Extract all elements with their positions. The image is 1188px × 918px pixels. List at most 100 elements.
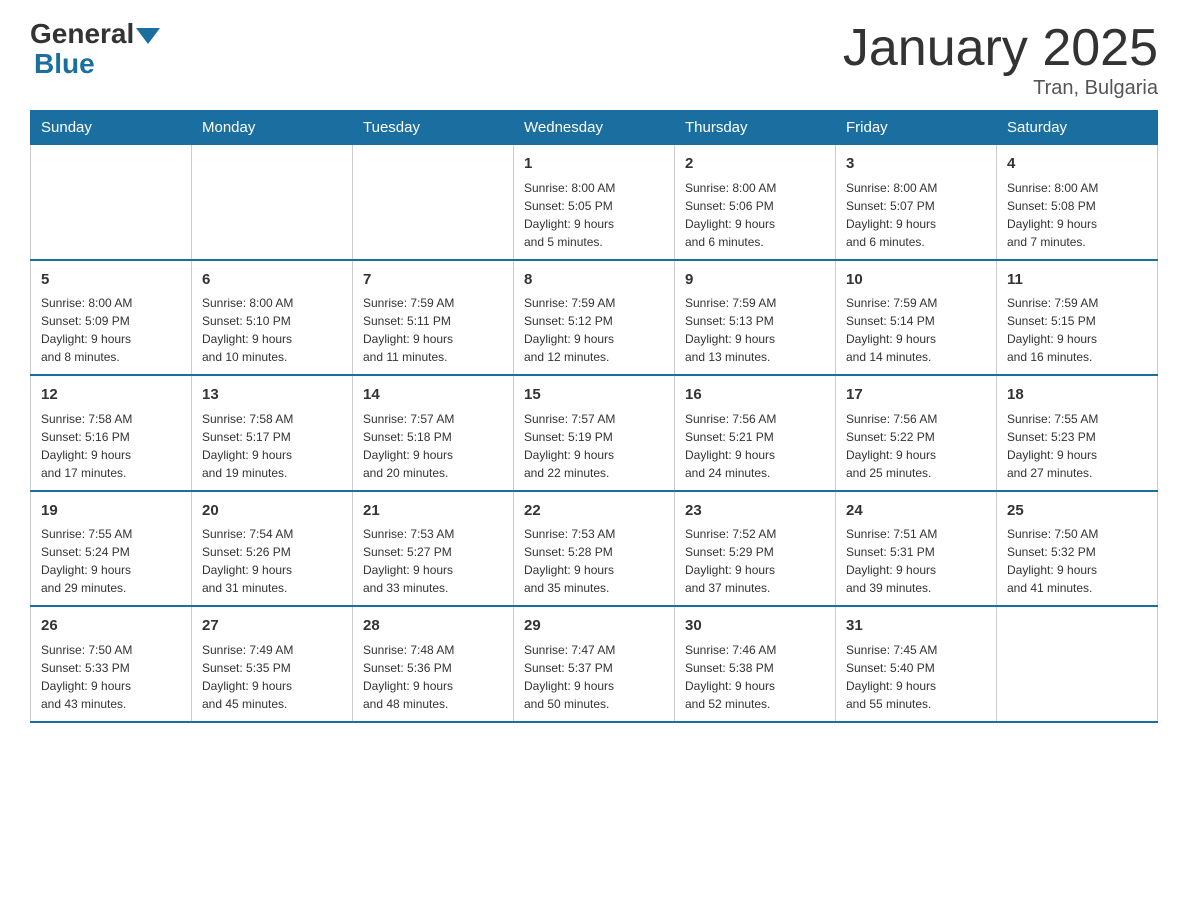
table-row: 27Sunrise: 7:49 AMSunset: 5:35 PMDayligh… [192,606,353,722]
day-info: Sunrise: 7:59 AMSunset: 5:12 PMDaylight:… [524,294,664,366]
logo-blue-text: Blue [34,48,95,79]
table-row: 12 Sunrise: 7:58 AMSunset: 5:16 PMDayligh… [31,375,192,491]
day-info: Sunrise: 8:00 AMSunset: 5:06 PMDaylight:… [685,179,825,251]
day-number: 17 [846,384,986,407]
day-info: Sunrise: 7:46 AMSunset: 5:38 PMDaylight:… [685,641,825,713]
calendar-week-2: 5Sunrise: 8:00 AMSunset: 5:09 PMDaylight… [31,260,1158,376]
day-info: Sunrise: 8:00 AMSunset: 5:10 PMDaylight:… [202,294,342,366]
table-row [192,145,353,260]
day-info: Sunrise: 7:53 AMSunset: 5:27 PMDaylight:… [363,525,503,597]
day-info: Sunrise: 7:53 AMSunset: 5:28 PMDaylight:… [524,525,664,597]
header-tuesday: Tuesday [353,111,514,145]
header-sunday: Sunday [31,111,192,145]
table-row: 8Sunrise: 7:59 AMSunset: 5:12 PMDaylight… [514,260,675,376]
table-row: 2Sunrise: 8:00 AMSunset: 5:06 PMDaylight… [675,145,836,260]
table-row: 26 Sunrise: 7:50 AMSunset: 5:33 PMDayligh… [31,606,192,722]
header-wednesday: Wednesday [514,111,675,145]
day-number: 5 [41,269,181,292]
table-row: 13Sunrise: 7:58 AMSunset: 5:17 PMDayligh… [192,375,353,491]
day-info: Sunrise: 7:55 AMSunset: 5:23 PMDaylight:… [1007,410,1147,482]
table-row: 22Sunrise: 7:53 AMSunset: 5:28 PMDayligh… [514,491,675,607]
table-row: 3Sunrise: 8:00 AMSunset: 5:07 PMDaylight… [836,145,997,260]
table-row: 29 Sunrise: 7:47 AMSunset: 5:37 PMDayligh… [514,606,675,722]
calendar-week-5: 26 Sunrise: 7:50 AMSunset: 5:33 PMDayligh… [31,606,1158,722]
table-row: 20Sunrise: 7:54 AMSunset: 5:26 PMDayligh… [192,491,353,607]
day-info: Sunrise: 7:59 AMSunset: 5:13 PMDaylight:… [685,294,825,366]
day-info: Sunrise: 7:59 AMSunset: 5:15 PMDaylight:… [1007,294,1147,366]
table-row: 18 Sunrise: 7:55 AMSunset: 5:23 PMDayligh… [997,375,1158,491]
day-info: Sunrise: 7:58 AMSunset: 5:16 PMDaylight:… [41,410,181,482]
day-number: 24 [846,500,986,523]
day-number: 23 [685,500,825,523]
day-number: 14 [363,384,503,407]
table-row: 6Sunrise: 8:00 AMSunset: 5:10 PMDaylight… [192,260,353,376]
table-row: 5Sunrise: 8:00 AMSunset: 5:09 PMDaylight… [31,260,192,376]
table-row: 16Sunrise: 7:56 AMSunset: 5:21 PMDayligh… [675,375,836,491]
day-info: Sunrise: 7:52 AMSunset: 5:29 PMDaylight:… [685,525,825,597]
day-number: 30 [685,615,825,638]
day-info: Sunrise: 7:50 AMSunset: 5:33 PMDaylight:… [41,641,181,713]
day-info: Sunrise: 7:45 AMSunset: 5:40 PMDaylight:… [846,641,986,713]
title-block: January 2025 Tran, Bulgaria [843,20,1158,100]
calendar-header-row: SundayMondayTuesdayWednesdayThursdayFrid… [31,111,1158,145]
table-row: 4 Sunrise: 8:00 AMSunset: 5:08 PMDaylight… [997,145,1158,260]
table-row: 21Sunrise: 7:53 AMSunset: 5:27 PMDayligh… [353,491,514,607]
day-info: Sunrise: 8:00 AMSunset: 5:09 PMDaylight:… [41,294,181,366]
table-row: 25Sunrise: 7:50 AMSunset: 5:32 PMDayligh… [997,491,1158,607]
day-number: 16 [685,384,825,407]
day-info: Sunrise: 7:50 AMSunset: 5:32 PMDaylight:… [1007,525,1147,597]
calendar-week-3: 12 Sunrise: 7:58 AMSunset: 5:16 PMDayligh… [31,375,1158,491]
location: Tran, Bulgaria [843,77,1158,100]
table-row: 30 Sunrise: 7:46 AMSunset: 5:38 PMDayligh… [675,606,836,722]
calendar-week-4: 19Sunrise: 7:55 AMSunset: 5:24 PMDayligh… [31,491,1158,607]
day-number: 10 [846,269,986,292]
table-row: 28Sunrise: 7:48 AMSunset: 5:36 PMDayligh… [353,606,514,722]
day-number: 31 [846,615,986,638]
calendar-table: SundayMondayTuesdayWednesdayThursdayFrid… [30,110,1158,723]
day-number: 27 [202,615,342,638]
table-row: 9Sunrise: 7:59 AMSunset: 5:13 PMDaylight… [675,260,836,376]
day-number: 3 [846,153,986,176]
day-number: 25 [1007,500,1147,523]
table-row: 11Sunrise: 7:59 AMSunset: 5:15 PMDayligh… [997,260,1158,376]
day-number: 12 [41,384,181,407]
day-number: 7 [363,269,503,292]
day-number: 22 [524,500,664,523]
day-info: Sunrise: 7:55 AMSunset: 5:24 PMDaylight:… [41,525,181,597]
page-header: General Blue January 2025 Tran, Bulgaria [30,20,1158,100]
table-row: 10Sunrise: 7:59 AMSunset: 5:14 PMDayligh… [836,260,997,376]
day-info: Sunrise: 7:59 AMSunset: 5:11 PMDaylight:… [363,294,503,366]
logo-general-text: General [30,20,134,48]
day-info: Sunrise: 7:54 AMSunset: 5:26 PMDaylight:… [202,525,342,597]
table-row [997,606,1158,722]
day-info: Sunrise: 7:56 AMSunset: 5:22 PMDaylight:… [846,410,986,482]
logo: General Blue [30,20,162,80]
day-number: 18 [1007,384,1147,407]
table-row: 17 Sunrise: 7:56 AMSunset: 5:22 PMDayligh… [836,375,997,491]
calendar-body: 1Sunrise: 8:00 AMSunset: 5:05 PMDaylight… [31,145,1158,722]
day-number: 15 [524,384,664,407]
table-row: 1Sunrise: 8:00 AMSunset: 5:05 PMDaylight… [514,145,675,260]
day-number: 26 [41,615,181,638]
day-info: Sunrise: 7:57 AMSunset: 5:18 PMDaylight:… [363,410,503,482]
table-row: 15Sunrise: 7:57 AMSunset: 5:19 PMDayligh… [514,375,675,491]
header-thursday: Thursday [675,111,836,145]
day-number: 11 [1007,269,1147,292]
table-row [31,145,192,260]
table-row: 24Sunrise: 7:51 AMSunset: 5:31 PMDayligh… [836,491,997,607]
month-title: January 2025 [843,20,1158,77]
day-number: 19 [41,500,181,523]
day-info: Sunrise: 8:00 AMSunset: 5:08 PMDaylight:… [1007,179,1147,251]
day-number: 28 [363,615,503,638]
day-number: 4 [1007,153,1147,176]
day-info: Sunrise: 7:58 AMSunset: 5:17 PMDaylight:… [202,410,342,482]
table-row [353,145,514,260]
day-info: Sunrise: 8:00 AMSunset: 5:05 PMDaylight:… [524,179,664,251]
day-number: 8 [524,269,664,292]
calendar-week-1: 1Sunrise: 8:00 AMSunset: 5:05 PMDaylight… [31,145,1158,260]
day-info: Sunrise: 7:47 AMSunset: 5:37 PMDaylight:… [524,641,664,713]
day-number: 6 [202,269,342,292]
header-monday: Monday [192,111,353,145]
day-number: 29 [524,615,664,638]
day-number: 20 [202,500,342,523]
